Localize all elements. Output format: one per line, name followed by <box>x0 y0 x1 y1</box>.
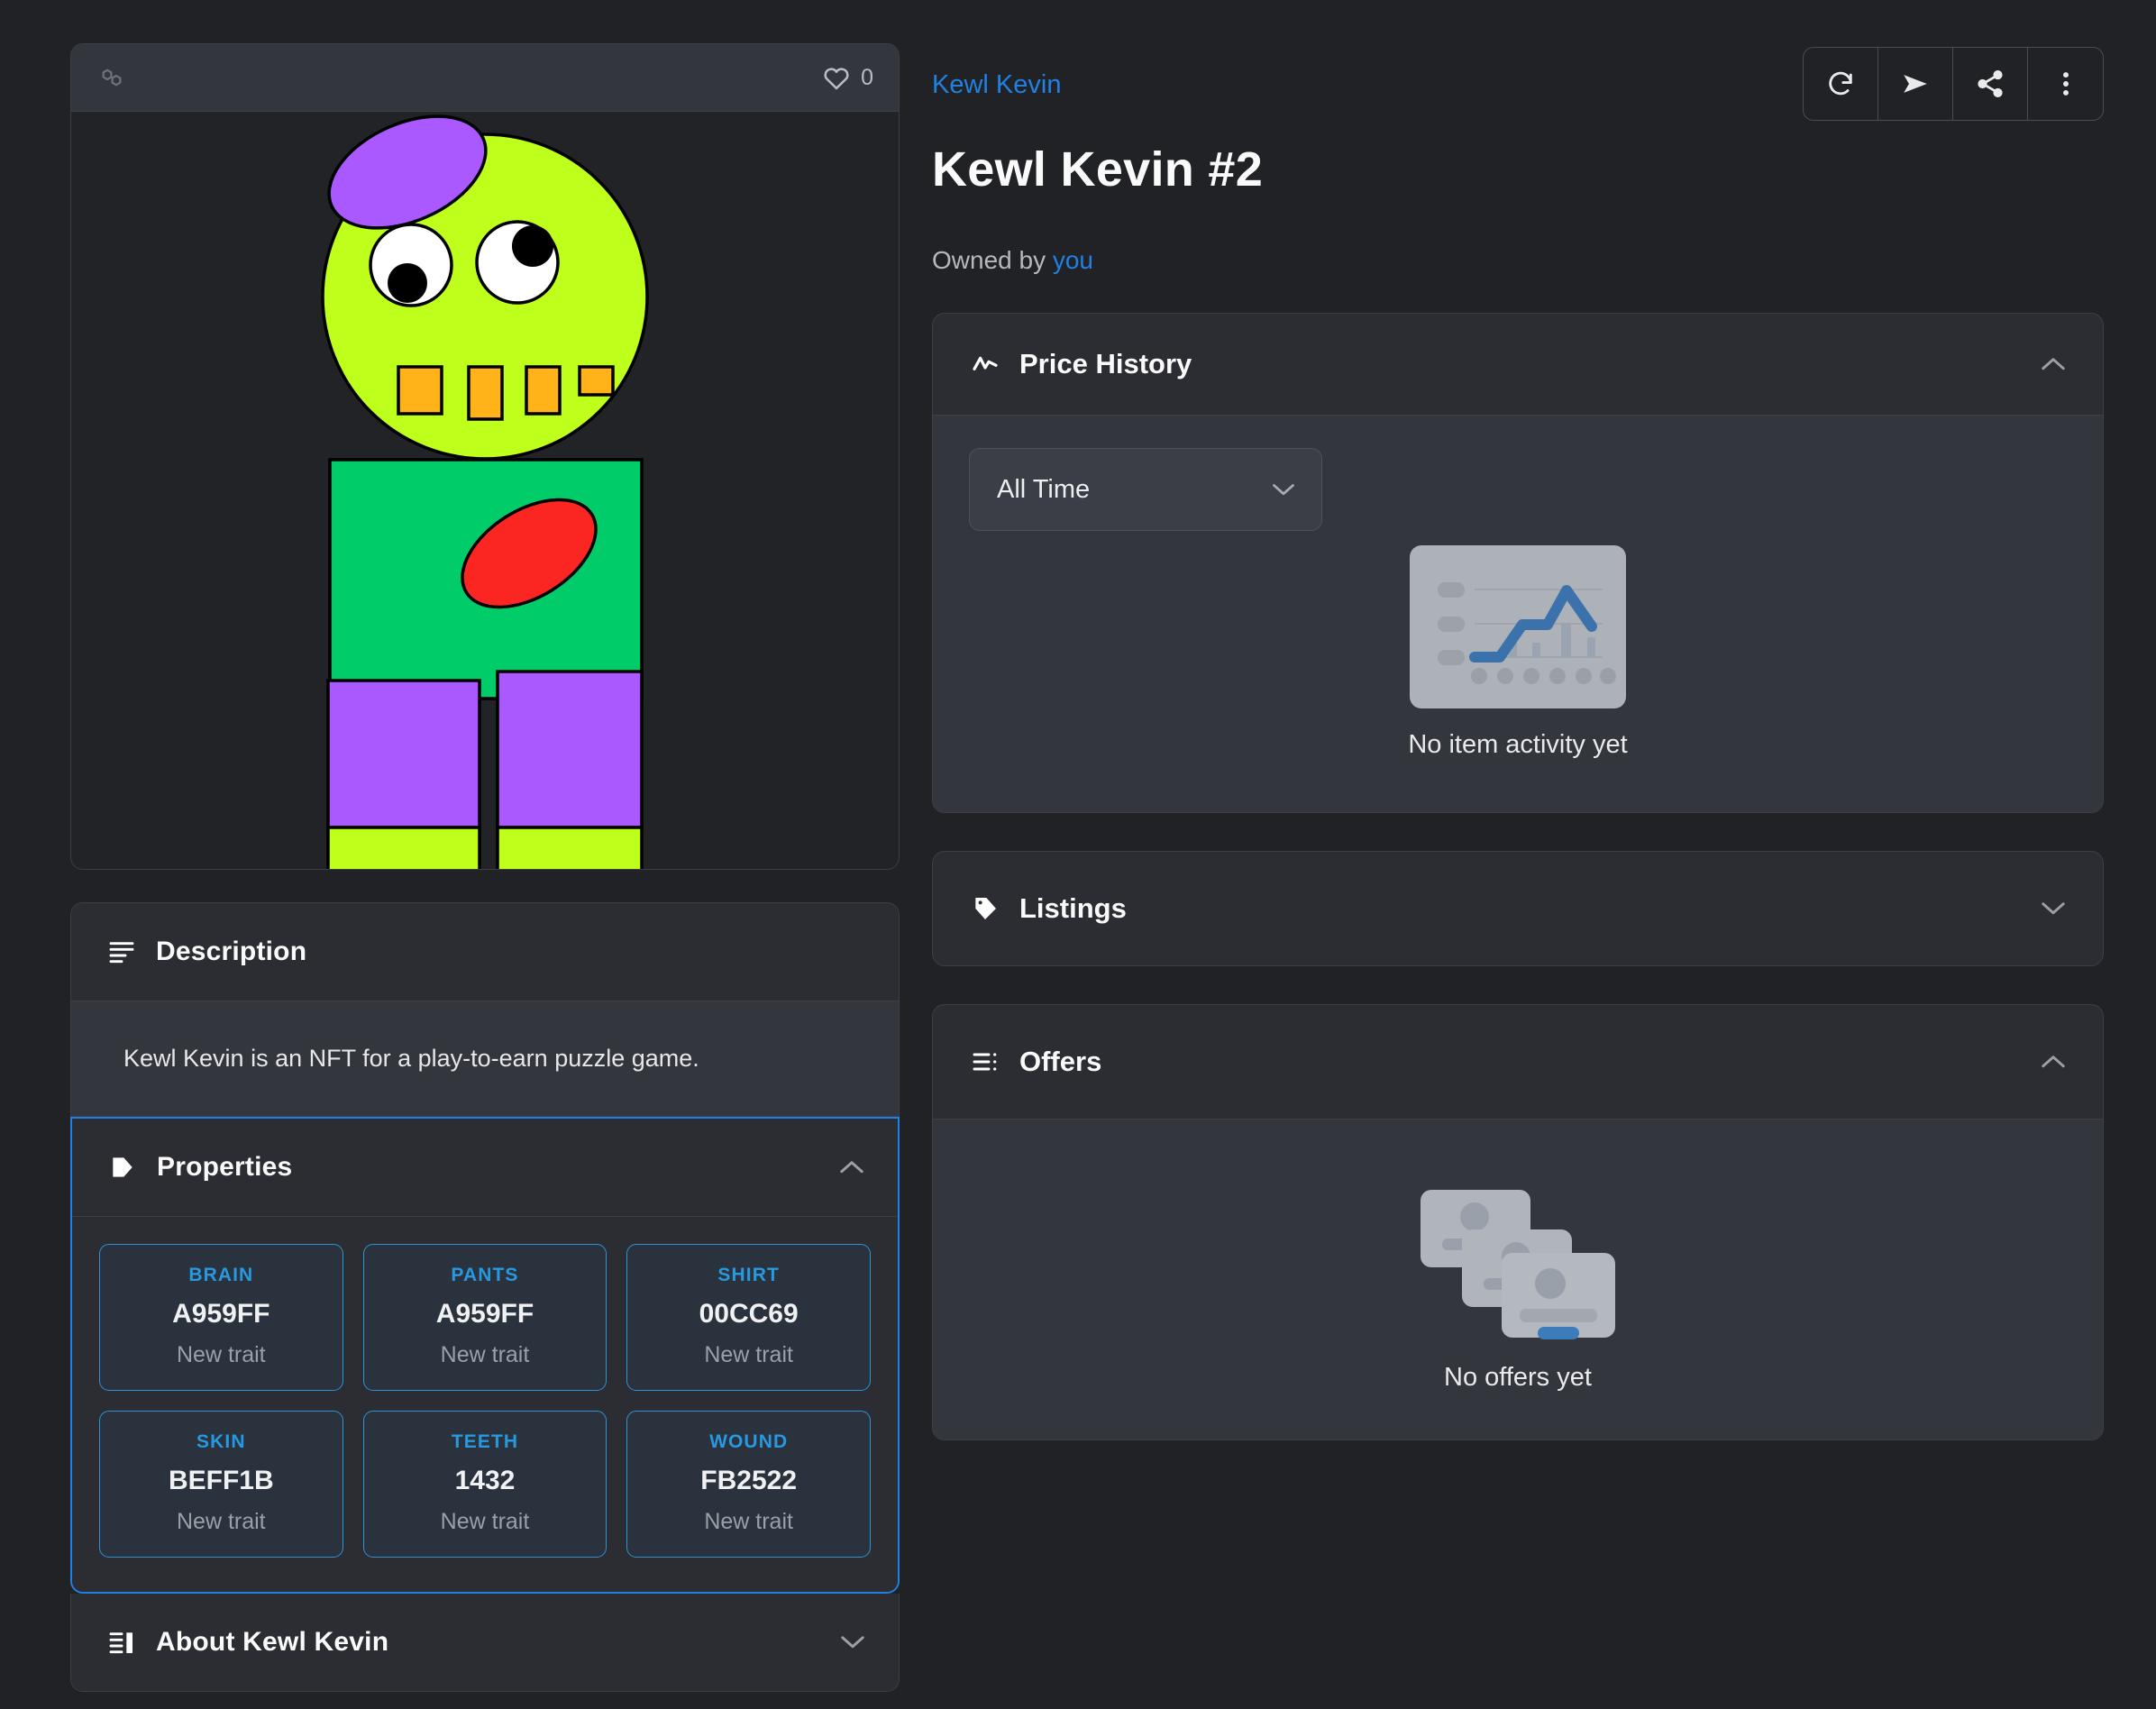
item-header: Kewl Kevin Kewl Kevin #2 Owned by you <box>932 43 2104 275</box>
price-history-body: All Time No item activity yet <box>933 415 2103 812</box>
chevron-down-icon[interactable] <box>839 1634 866 1650</box>
nft-media-card: 0 <box>70 43 900 870</box>
about-title: About Kewl Kevin <box>156 1627 389 1658</box>
right-column: Kewl Kevin Kewl Kevin #2 Owned by you Pr… <box>932 43 2104 1709</box>
chart-placeholder-illustration <box>1410 545 1626 708</box>
offers-body: No offers yet <box>933 1119 2103 1439</box>
trait-card[interactable]: PANTS A959FF New trait <box>362 1244 608 1392</box>
trait-rarity: New trait <box>440 1342 530 1368</box>
offers-title: Offers <box>1019 1046 1102 1077</box>
tag-icon <box>108 1153 137 1182</box>
trait-rarity: New trait <box>704 1509 793 1535</box>
chevron-down-icon <box>1271 482 1296 498</box>
trait-card[interactable]: WOUND FB2522 New trait <box>626 1411 871 1558</box>
properties-grid: BRAIN A959FF New trait PANTS A959FF New … <box>99 1244 871 1558</box>
price-history-panel: Price History All Time No item activity … <box>932 313 2104 813</box>
description-text: Kewl Kevin is an NFT for a play-to-earn … <box>123 1045 699 1072</box>
time-range-select[interactable]: All Time <box>969 448 1322 531</box>
properties-header[interactable]: Properties <box>72 1119 898 1217</box>
price-history-title: Price History <box>1019 348 1192 379</box>
trait-value: A959FF <box>435 1299 534 1330</box>
favorite-count: 0 <box>861 64 873 90</box>
trait-type: PANTS <box>451 1265 519 1286</box>
owner-link[interactable]: you <box>1053 246 1093 274</box>
trait-value: 00CC69 <box>699 1299 799 1330</box>
listings-panel: Listings <box>932 851 2104 966</box>
trait-card[interactable]: TEETH 1432 New trait <box>362 1411 608 1558</box>
about-section: About Kewl Kevin <box>70 1594 900 1693</box>
left-column: 0 Description Kewl Kevin is an NFT for a… <box>70 43 900 1709</box>
trait-rarity: New trait <box>440 1509 530 1535</box>
description-section: Description Kewl Kevin is an NFT for a p… <box>70 902 900 1118</box>
time-range-value: All Time <box>997 474 1091 504</box>
offer-cards-illustration <box>1421 1190 1615 1339</box>
trait-rarity: New trait <box>177 1509 266 1535</box>
owned-by-label: Owned by <box>932 246 1053 274</box>
description-title: Description <box>156 937 307 966</box>
description-lines-icon <box>107 937 136 966</box>
polygon-icon[interactable] <box>96 62 127 93</box>
page-title: Kewl Kevin #2 <box>932 142 1264 196</box>
chevron-down-icon[interactable] <box>2040 900 2067 917</box>
share-button[interactable] <box>1953 48 2028 120</box>
trait-type: TEETH <box>451 1431 519 1453</box>
trait-value: BEFF1B <box>168 1466 274 1496</box>
trait-value: FB2522 <box>700 1466 798 1496</box>
heart-icon[interactable] <box>822 64 851 91</box>
description-body: Kewl Kevin is an NFT for a play-to-earn … <box>71 1001 899 1117</box>
trait-value: 1432 <box>454 1466 516 1496</box>
more-options-button[interactable] <box>2028 48 2103 120</box>
trait-type: BRAIN <box>188 1265 254 1286</box>
listings-header[interactable]: Listings <box>933 852 2103 965</box>
properties-section: Properties BRAIN A959FF New trait PANTS <box>70 1117 900 1595</box>
chevron-up-icon[interactable] <box>838 1159 865 1175</box>
trait-type: SHIRT <box>717 1265 780 1286</box>
item-actions-toolbar <box>1803 47 2104 121</box>
price-history-empty-text: No item activity yet <box>1408 730 1628 759</box>
chevron-up-icon[interactable] <box>2040 1054 2067 1070</box>
description-header[interactable]: Description <box>71 903 899 1001</box>
trait-card[interactable]: BRAIN A959FF New trait <box>99 1244 343 1392</box>
activity-line-icon <box>971 350 1000 379</box>
chevron-up-icon[interactable] <box>2040 356 2067 372</box>
owner-line: Owned by you <box>932 246 1263 275</box>
offers-empty-text: No offers yet <box>1444 1363 1592 1392</box>
list-icon <box>971 1047 1000 1076</box>
refresh-icon <box>1825 69 1856 99</box>
trait-type: WOUND <box>709 1431 789 1453</box>
trait-type: SKIN <box>196 1431 246 1453</box>
favorite-control[interactable]: 0 <box>822 64 873 91</box>
collection-link[interactable]: Kewl Kevin <box>932 70 1263 100</box>
about-header[interactable]: About Kewl Kevin <box>71 1594 899 1692</box>
trait-rarity: New trait <box>704 1342 793 1368</box>
kewl-kevin-nft-artwork <box>321 114 649 869</box>
trait-rarity: New trait <box>177 1342 266 1368</box>
refresh-metadata-button[interactable] <box>1804 48 1878 120</box>
about-book-icon <box>107 1628 136 1657</box>
transfer-button[interactable] <box>1878 48 1953 120</box>
price-history-empty-state: No item activity yet <box>969 544 2067 760</box>
kebab-menu-icon <box>2051 69 2081 99</box>
offers-empty-state: No offers yet <box>969 1183 2067 1398</box>
properties-body: BRAIN A959FF New trait PANTS A959FF New … <box>72 1216 898 1593</box>
trait-card[interactable]: SKIN BEFF1B New trait <box>99 1411 343 1558</box>
nft-image-area <box>71 112 899 869</box>
offers-header[interactable]: Offers <box>933 1005 2103 1119</box>
trait-card[interactable]: SHIRT 00CC69 New trait <box>626 1244 871 1392</box>
send-icon <box>1900 69 1931 99</box>
tag-icon <box>971 894 1000 923</box>
media-card-header: 0 <box>71 44 899 112</box>
listings-title: Listings <box>1019 892 1127 924</box>
trait-value: A959FF <box>172 1299 270 1330</box>
price-history-header[interactable]: Price History <box>933 314 2103 415</box>
properties-title: Properties <box>157 1152 293 1183</box>
item-detail-page: 0 Description Kewl Kevin is an NFT for a… <box>0 0 2156 1709</box>
item-header-text: Kewl Kevin Kewl Kevin #2 Owned by you <box>932 43 1263 275</box>
share-icon <box>1975 69 2005 99</box>
offers-panel: Offers No offers yet <box>932 1004 2104 1440</box>
